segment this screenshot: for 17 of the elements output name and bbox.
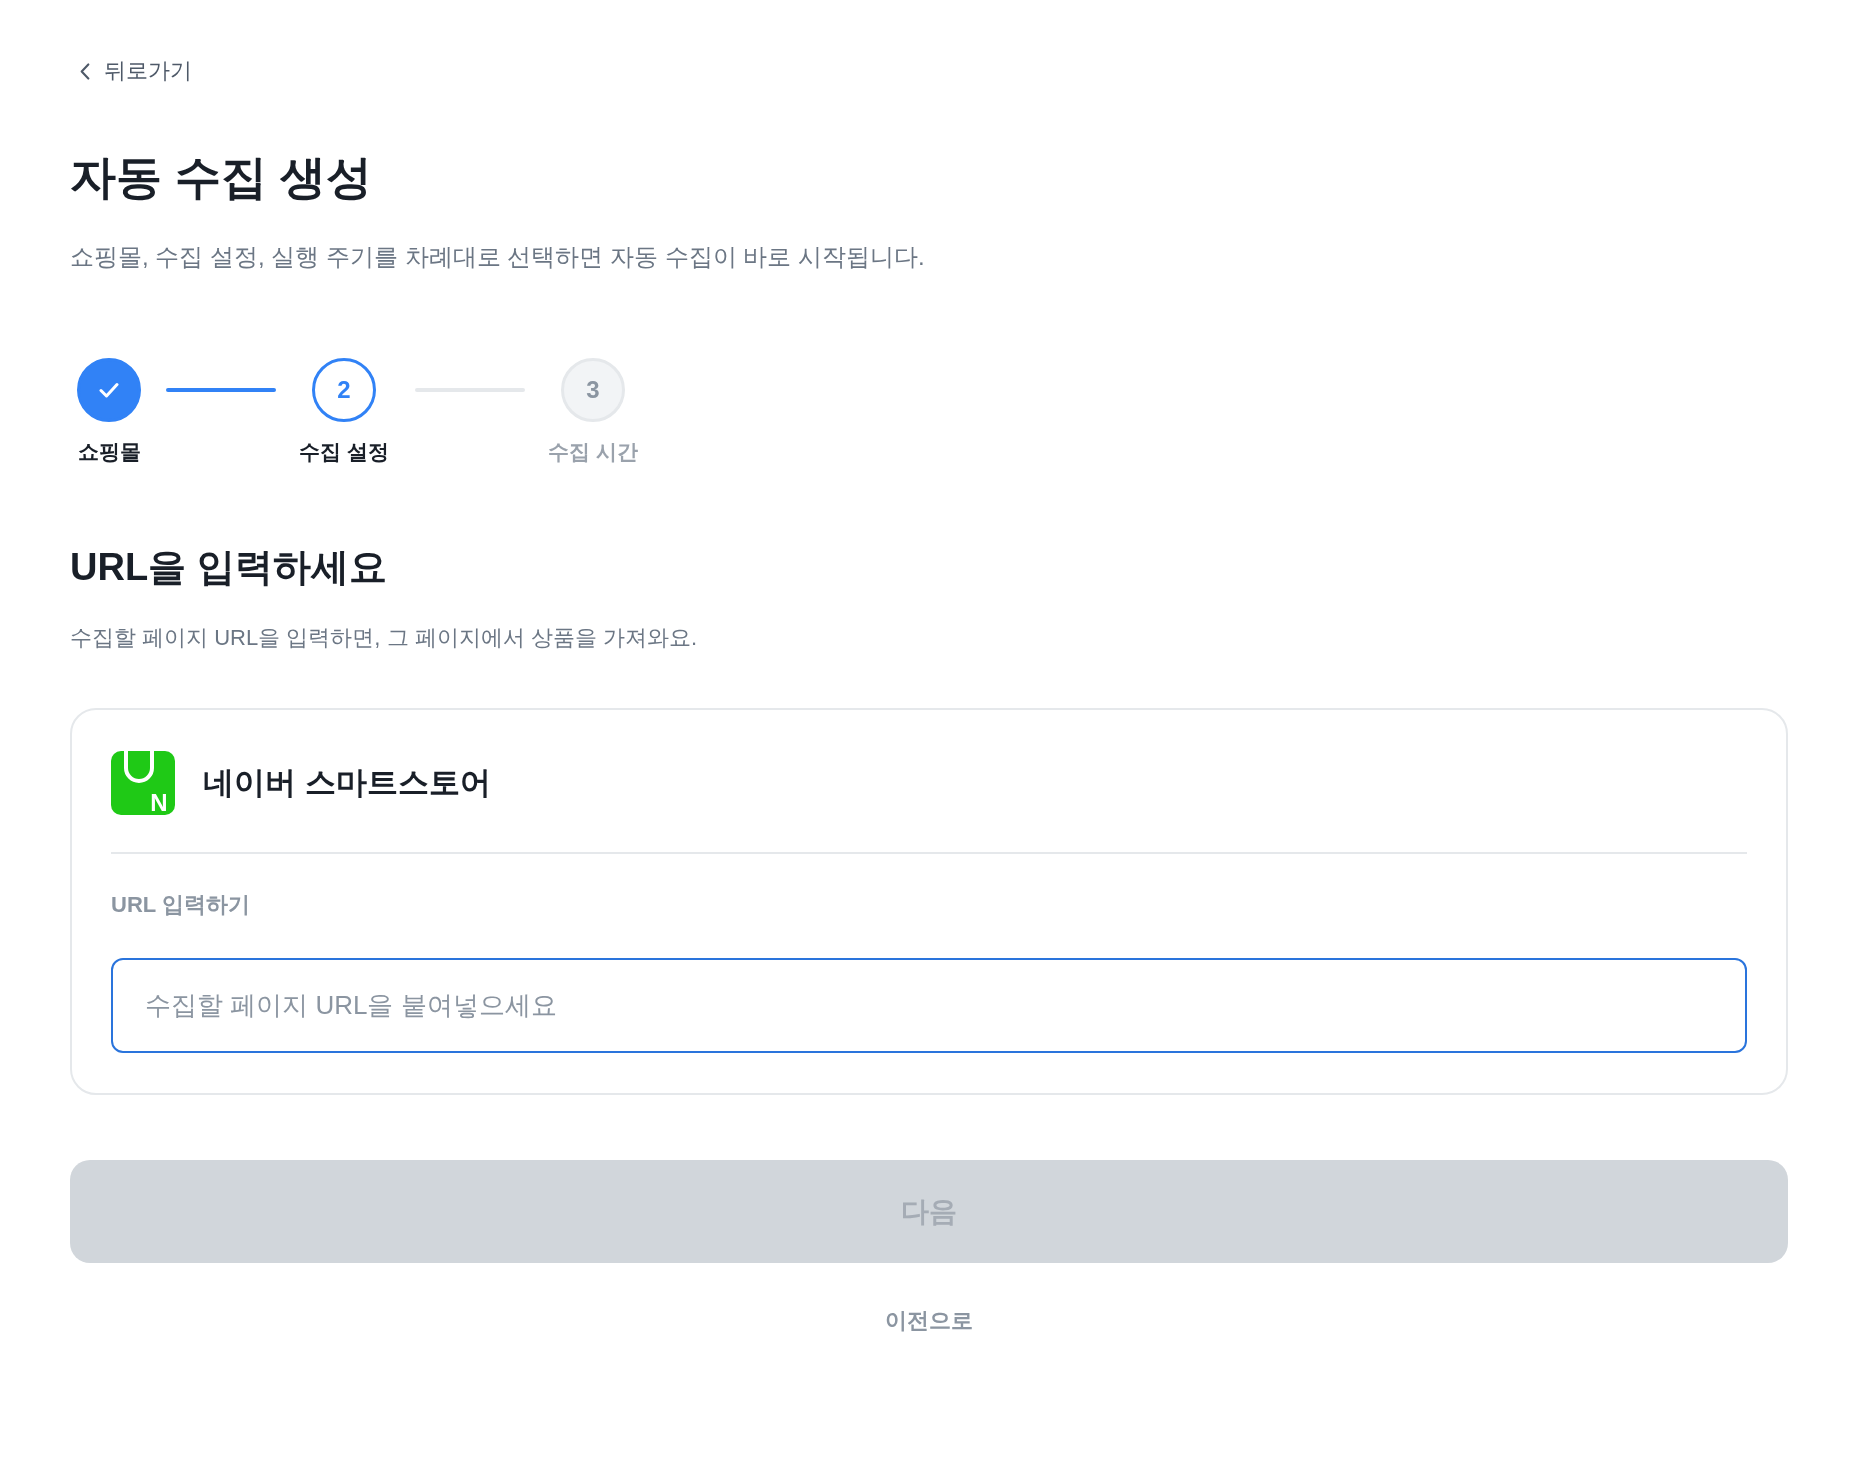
page-title: 자동 수집 생성	[70, 150, 372, 205]
store-logo-icon: N	[111, 751, 175, 815]
step-label: 수집 시간	[548, 439, 638, 465]
back-link[interactable]: 뒤로가기	[70, 56, 192, 86]
step-number: 3	[561, 358, 625, 422]
step-number: 2	[312, 358, 376, 422]
step-label: 수집 설정	[299, 439, 389, 465]
store-name: 네이버 스마트스토어	[203, 764, 491, 802]
check-icon	[99, 382, 119, 398]
previous-link[interactable]: 이전으로	[885, 1306, 973, 1336]
page-description: 쇼핑몰, 수집 설정, 실행 주기를 차례대로 선택하면 자동 수집이 바로 시작됩니다.	[70, 242, 925, 272]
step-label: 쇼핑몰	[77, 439, 141, 465]
field-label: URL 입력하기	[111, 891, 250, 919]
url-input-field[interactable]: 수집할 페이지 URL을 붙여넣으세요	[111, 958, 1747, 1053]
section-title: URL을 입력하세요	[70, 545, 387, 590]
chevron-left-icon	[80, 62, 90, 80]
section-description: 수집할 페이지 URL을 입력하면, 그 페이지에서 상품을 가져와요.	[70, 624, 698, 652]
